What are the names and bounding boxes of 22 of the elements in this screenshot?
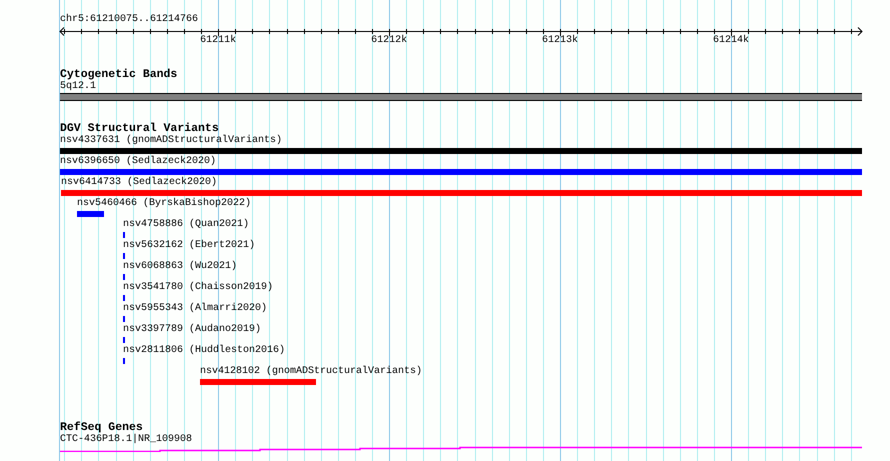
feature-label: CTC-436P18.1|NR_109908 [60,434,192,446]
feature-label: nsv6396650 (Sedlazeck2020) [60,156,216,168]
feature-label: nsv6068863 (Wu2021) [123,261,238,273]
tick-label: 61213k [542,35,578,47]
feature-label: nsv5632162 (Ebert2021) [123,240,256,252]
feature-label: nsv2811806 (Huddleston2016) [123,345,286,357]
feature-label: nsv5955343 (Almarri2020) [123,303,268,315]
feature-label: 5q12.1 [60,81,96,93]
track-title: DGV Structural Variants [60,122,219,135]
tick-label: 61212k [371,35,408,47]
tick-label: 61214k [713,35,750,47]
feature-label: nsv3397789 (Audano2019) [123,324,262,336]
feature-label: nsv4128102 (gnomADStructuralVariants) [200,366,422,378]
feature-label: nsv6414733 (Sedlazeck2020) [61,177,218,189]
feature-label: nsv3541780 (Chaisson2019) [123,282,274,294]
feature-label: nsv4758886 (Quan2021) [123,219,250,231]
location-label: chr5:61210075..61214766 [60,14,198,26]
feature-label: nsv4337631 (gnomADStructuralVariants) [60,135,282,147]
track-title: RefSeq Genes [60,421,143,434]
track-title: Cytogenetic Bands [60,68,178,81]
tick-label: 61211k [200,35,236,47]
feature-label: nsv5460466 (ByrskaBishop2022) [77,198,252,210]
